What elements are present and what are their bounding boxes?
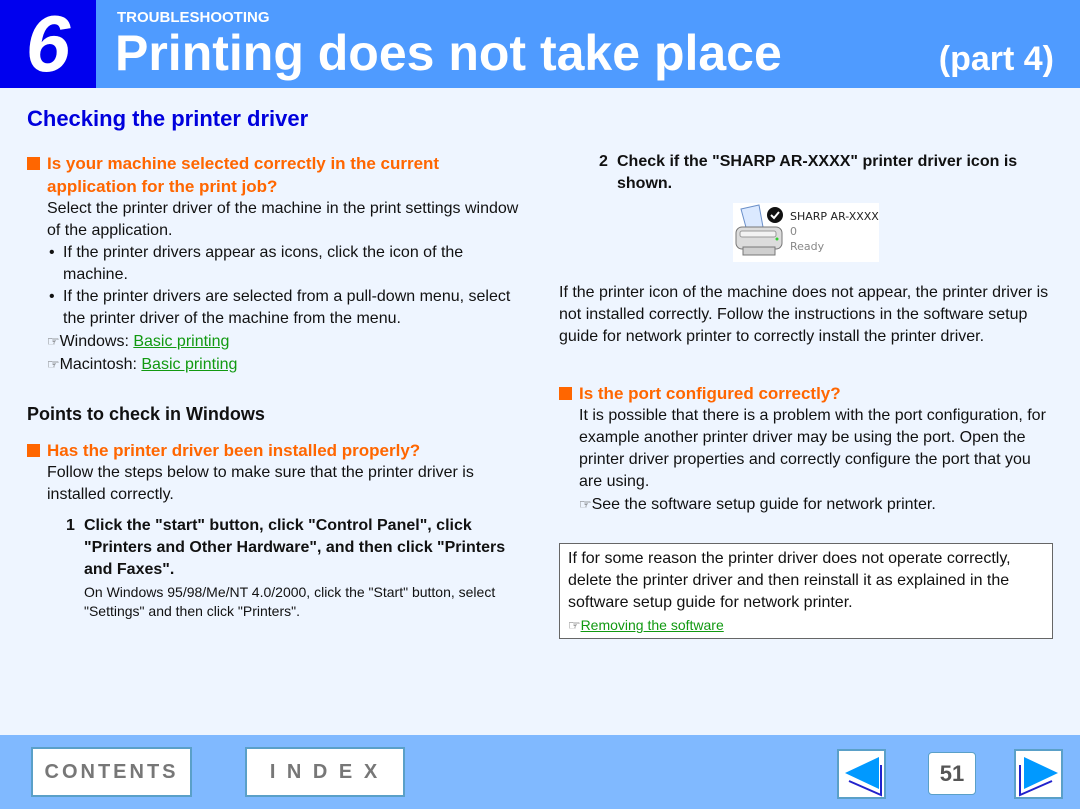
removing-software-link[interactable]: Removing the software [581, 617, 724, 633]
printer-icon [735, 204, 783, 256]
basic-printing-macintosh-link[interactable]: Basic printing [141, 356, 237, 373]
header: 6 TROUBLESHOOTING Printing does not take… [0, 0, 1080, 88]
ref-label: Windows: [59, 333, 134, 350]
printer-name: SHARP AR-XXXX [790, 210, 879, 223]
note-box: If for some reason the printer driver do… [559, 543, 1053, 639]
bullet-item: If the printer drivers appear as icons, … [47, 242, 522, 286]
question-text: Is the port configured correctly? [579, 384, 841, 403]
page-title: Printing does not take place [115, 25, 782, 81]
pointing-hand-icon: ☞ [47, 333, 60, 349]
footer-nav: CONTENTS I N D E X 51 [0, 735, 1080, 809]
reference-macintosh: ☞Macintosh: Basic printing [47, 353, 522, 376]
question-port: Is the port configured correctly? It is … [559, 382, 1049, 516]
step-text: Check if the "SHARP AR-XXXX" printer dri… [617, 153, 1018, 192]
step-1: 1 Click the "start" button, click "Contr… [66, 515, 524, 621]
step-2: 2 Check if the "SHARP AR-XXXX" printer d… [599, 151, 1049, 195]
step-number: 2 [599, 153, 608, 170]
body-text: Follow the steps below to make sure that… [47, 464, 474, 503]
step-text: Click the "start" button, click "Control… [84, 517, 506, 578]
square-bullet-icon [27, 157, 40, 170]
note-text: If for some reason the printer driver do… [568, 550, 1011, 611]
question-text: Is your machine selected correctly in th… [47, 154, 440, 173]
square-bullet-icon [27, 444, 40, 457]
page-number: 51 [928, 752, 976, 795]
body-text: It is possible that there is a problem w… [579, 407, 1046, 490]
contents-button[interactable]: CONTENTS [31, 747, 192, 797]
next-page-button[interactable] [1014, 749, 1063, 799]
part-label: (part 4) [938, 40, 1054, 78]
previous-page-button[interactable] [837, 749, 886, 799]
left-column: Is your machine selected correctly in th… [27, 152, 522, 621]
question-text: Has the printer driver been installed pr… [47, 441, 421, 460]
body-text: Select the printer driver of the machine… [47, 200, 519, 239]
points-heading: Points to check in Windows [27, 404, 265, 424]
bullet-item: If the printer drivers are selected from… [47, 286, 522, 330]
question-machine-selected: Is your machine selected correctly in th… [27, 152, 522, 198]
index-button[interactable]: I N D E X [245, 747, 405, 797]
ref-label: See the software setup guide for network… [591, 496, 936, 513]
basic-printing-windows-link[interactable]: Basic printing [133, 333, 229, 350]
printer-driver-screenshot: SHARP AR-XXXX 0 Ready [733, 203, 879, 262]
question-driver-installed: Has the printer driver been installed pr… [27, 439, 522, 462]
pointing-hand-icon: ☞ [579, 496, 592, 512]
printer-status: Ready [790, 240, 825, 253]
question-text: application for the print job? [47, 177, 278, 196]
reference-removing: ☞Removing the software [568, 616, 1052, 635]
arrow-left-icon [845, 757, 882, 797]
not-appear-text: If the printer icon of the machine does … [559, 284, 1049, 345]
printer-jobs: 0 [790, 225, 797, 238]
reference-windows: ☞Windows: Basic printing [47, 330, 522, 353]
ref-label: Macintosh: [59, 356, 142, 373]
section-heading: Checking the printer driver [27, 106, 309, 131]
chapter-number: 6 [0, 0, 96, 88]
square-bullet-icon [559, 387, 572, 400]
arrow-right-icon [1019, 757, 1058, 797]
reference-setup-guide: ☞See the software setup guide for networ… [579, 493, 1049, 516]
pointing-hand-icon: ☞ [568, 617, 581, 633]
pointing-hand-icon: ☞ [47, 356, 60, 372]
step-note: On Windows 95/98/Me/NT 4.0/2000, click t… [84, 584, 496, 619]
step-number: 1 [66, 517, 75, 534]
